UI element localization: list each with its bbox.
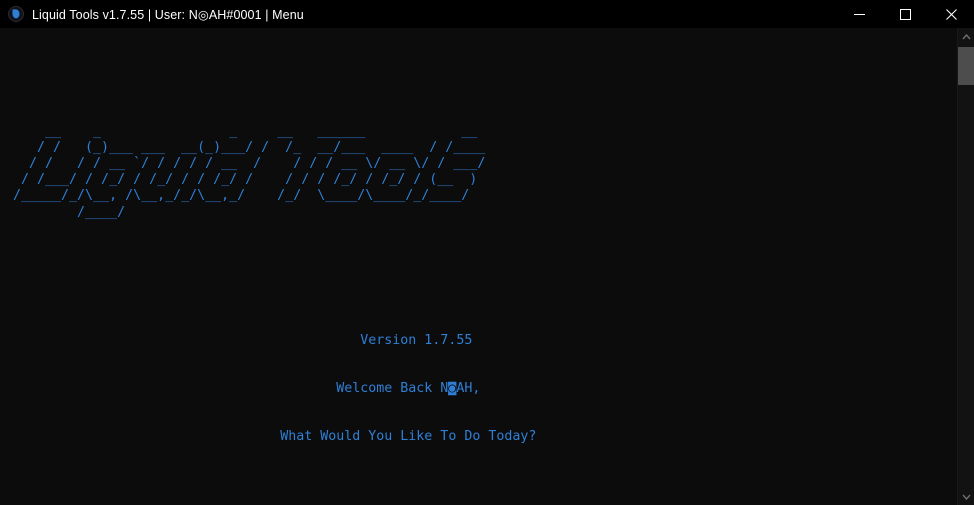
spacer-line xyxy=(0,269,957,285)
title-bar[interactable]: Liquid Tools v1.7.55 | User: N◎AH#0001 |… xyxy=(0,0,974,28)
console-output-area[interactable]: __ _ _ __ ______ __ / / (_)___ ___ __(_)… xyxy=(0,28,974,505)
minimize-button[interactable] xyxy=(836,0,882,28)
maximize-button[interactable] xyxy=(882,0,928,28)
console-text: __ _ _ __ ______ __ / / (_)___ ___ __(_)… xyxy=(0,28,957,505)
chevron-down-icon xyxy=(962,494,971,500)
close-icon xyxy=(945,8,957,20)
spacer-line xyxy=(0,493,957,505)
chevron-up-icon xyxy=(962,33,971,39)
version-line: Version 1.7.55 xyxy=(360,332,473,348)
scroll-down-button[interactable] xyxy=(958,488,974,505)
window-controls xyxy=(836,0,974,28)
close-button[interactable] xyxy=(928,0,974,28)
scrollbar-thumb[interactable] xyxy=(958,47,974,85)
vertical-scrollbar[interactable] xyxy=(957,28,974,505)
maximize-icon xyxy=(899,8,911,20)
droplet-shape xyxy=(12,9,20,19)
prompt-question: What Would You Like To Do Today? xyxy=(280,429,537,445)
liquid-drop-icon xyxy=(8,6,24,22)
spacer-line xyxy=(0,60,957,76)
window-title: Liquid Tools v1.7.55 | User: N◎AH#0001 |… xyxy=(32,7,304,22)
minimize-icon xyxy=(853,13,865,15)
ascii-art-logo: __ _ _ __ ______ __ / / (_)___ ___ __(_)… xyxy=(13,124,486,220)
scroll-up-button[interactable] xyxy=(958,28,974,45)
welcome-line: Welcome Back N◙AH, xyxy=(336,381,481,397)
